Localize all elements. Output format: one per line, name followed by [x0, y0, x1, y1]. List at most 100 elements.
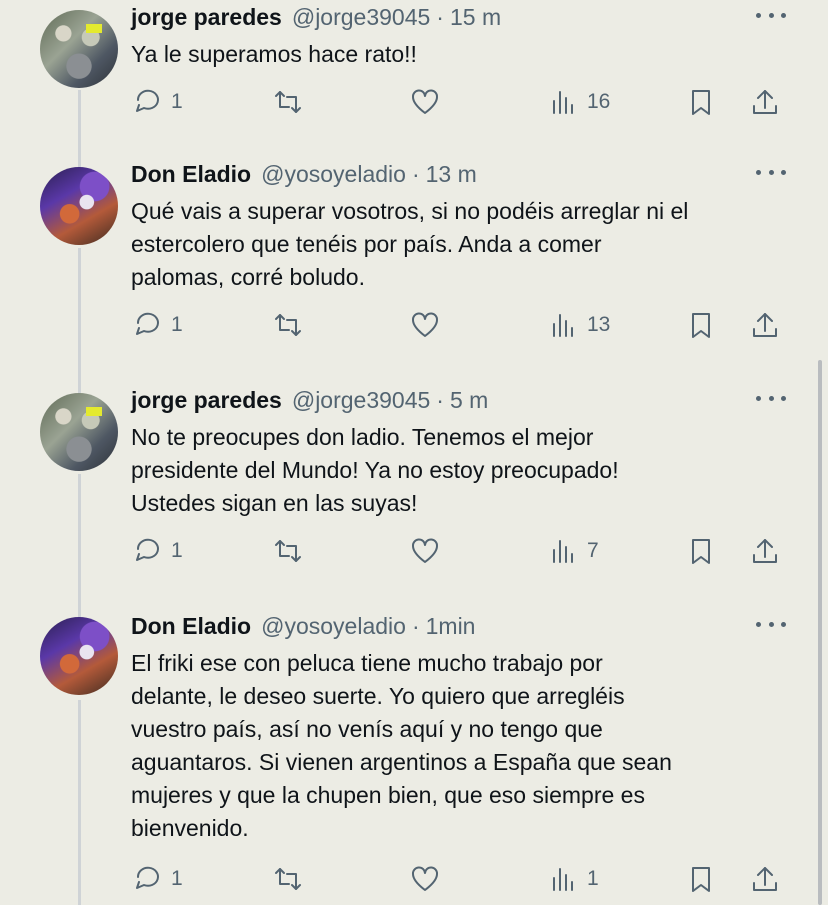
tweet-header: jorge paredes @jorge39045 · 15 m	[131, 4, 501, 40]
reply-count: 1	[171, 313, 183, 336]
timestamp[interactable]: 5 m	[450, 387, 488, 414]
views-button[interactable]: 16	[549, 84, 610, 120]
retweet-button[interactable]	[273, 84, 303, 120]
reply-count: 1	[171, 867, 183, 890]
share-icon	[753, 867, 777, 891]
action-bar: 1 16	[0, 84, 828, 124]
tweet-text-line: delante, le deseo suerte. Yo quiero que …	[131, 683, 625, 709]
views-icon	[553, 91, 573, 114]
bookmark-icon	[692, 90, 710, 115]
views-button[interactable]: 1	[549, 861, 599, 897]
tweet-text-line: estercolero que tenéis por país. Anda a …	[131, 231, 602, 257]
reply-button[interactable]: 1	[133, 307, 183, 343]
separator-dot: ·	[411, 613, 420, 639]
user-handle[interactable]: @jorge39045	[292, 387, 430, 414]
like-button[interactable]	[410, 84, 440, 120]
tweet-text-line: palomas, corré boludo.	[131, 264, 365, 290]
views-icon	[553, 868, 573, 891]
bookmark-icon	[692, 539, 710, 564]
reply-button[interactable]: 1	[133, 861, 183, 897]
reply-icon	[136, 538, 159, 561]
heart-icon	[412, 538, 438, 563]
timestamp[interactable]: 15 m	[450, 4, 501, 31]
separator-dot: ·	[436, 387, 444, 413]
tweet-text-line: No te preocupes don ladio. Tenemos el me…	[131, 424, 594, 450]
retweet-button[interactable]	[273, 533, 303, 569]
retweet-icon	[275, 91, 301, 113]
views-button[interactable]: 13	[549, 307, 610, 343]
tweet-header: Don Eladio @yosoyeladio · 13 m	[131, 161, 477, 197]
retweet-icon	[275, 868, 301, 890]
user-handle[interactable]: @yosoyeladio	[261, 161, 406, 188]
like-button[interactable]	[410, 533, 440, 569]
like-button[interactable]	[410, 861, 440, 897]
tweet-text: Qué vais a superar vosotros, si no podéi…	[131, 195, 791, 294]
tweet[interactable]: jorge paredes @jorge39045 · 15 m Ya le s…	[0, 4, 828, 134]
bookmark-button[interactable]	[686, 533, 716, 569]
tweet-text-line: presidente del Mundo! Ya no estoy preocu…	[131, 457, 619, 483]
display-name[interactable]: Don Eladio	[131, 613, 251, 640]
view-count: 13	[587, 313, 611, 336]
share-button[interactable]	[750, 307, 780, 343]
tweet-text-line: Qué vais a superar vosotros, si no podéi…	[131, 198, 689, 224]
action-bar: 17	[0, 533, 828, 573]
tweet[interactable]: Don Eladio @yosoyeladio · 13 m Qué vais …	[0, 161, 828, 361]
bookmark-button[interactable]	[686, 861, 716, 897]
avatar[interactable]	[40, 617, 118, 695]
tweet-header: Don Eladio @yosoyeladio · 1min	[131, 613, 475, 649]
avatar[interactable]	[40, 10, 118, 88]
bookmark-button[interactable]	[686, 84, 716, 120]
tweet-text-line: bienvenido.	[131, 815, 249, 841]
more-icon[interactable]	[756, 391, 786, 405]
separator-dot: ·	[411, 161, 420, 187]
reply-icon	[136, 89, 159, 112]
tweet-text-line: Ustedes sigan en las suyas!	[131, 490, 418, 516]
tweet-text-line: aguantaros. Si vienen argentinos a Españ…	[131, 749, 672, 775]
reply-button[interactable]: 1	[133, 533, 183, 569]
heart-icon	[412, 89, 438, 114]
display-name[interactable]: jorge paredes	[131, 387, 282, 414]
reply-thread: jorge paredes @jorge39045 · 15 m Ya le s…	[0, 0, 828, 905]
view-count: 16	[587, 90, 611, 113]
share-button[interactable]	[750, 533, 780, 569]
display-name[interactable]: Don Eladio	[131, 161, 251, 188]
share-icon	[753, 539, 777, 563]
tweet-text: El friki ese con peluca tiene mucho trab…	[131, 647, 791, 845]
bookmark-icon	[692, 867, 710, 892]
action-bar: 1 13	[0, 307, 828, 347]
more-icon[interactable]	[756, 8, 786, 22]
tweet[interactable]: Don Eladio @yosoyeladio · 1min El friki …	[0, 613, 828, 905]
more-icon[interactable]	[756, 617, 786, 631]
view-count: 1	[587, 867, 599, 890]
bookmark-button[interactable]	[686, 307, 716, 343]
tweet-text-line: vuestro país, así no venís aquí y no ten…	[131, 716, 603, 742]
share-button[interactable]	[750, 861, 780, 897]
separator-dot: ·	[436, 4, 444, 30]
reply-icon	[136, 312, 159, 335]
tweet-text-line: mujeres y que la chupen bien, que eso si…	[131, 782, 645, 808]
views-button[interactable]: 7	[549, 533, 599, 569]
user-handle[interactable]: @yosoyeladio	[261, 613, 406, 640]
bookmark-icon	[692, 313, 710, 338]
share-icon	[753, 90, 777, 114]
display-name[interactable]: jorge paredes	[131, 4, 282, 31]
user-handle[interactable]: @jorge39045	[292, 4, 430, 31]
like-button[interactable]	[410, 307, 440, 343]
tweet[interactable]: jorge paredes @jorge39045 · 5 m No te pr…	[0, 387, 828, 587]
scrollbar[interactable]	[818, 360, 822, 905]
share-button[interactable]	[750, 84, 780, 120]
retweet-button[interactable]	[273, 307, 303, 343]
avatar[interactable]	[40, 393, 118, 471]
reply-count: 1	[171, 539, 183, 562]
tweet-text: No te preocupes don ladio. Tenemos el me…	[131, 421, 791, 520]
reply-count: 1	[171, 90, 183, 113]
tweet-text-line: Ya le superamos hace rato!!	[131, 41, 417, 67]
timestamp[interactable]: 1min	[426, 613, 476, 640]
retweet-button[interactable]	[273, 861, 303, 897]
avatar[interactable]	[40, 167, 118, 245]
reply-button[interactable]: 1	[133, 84, 183, 120]
timestamp[interactable]: 13 m	[426, 161, 477, 188]
more-icon[interactable]	[756, 165, 786, 179]
view-count: 7	[587, 539, 599, 562]
tweet-text-line: El friki ese con peluca tiene mucho trab…	[131, 650, 603, 676]
